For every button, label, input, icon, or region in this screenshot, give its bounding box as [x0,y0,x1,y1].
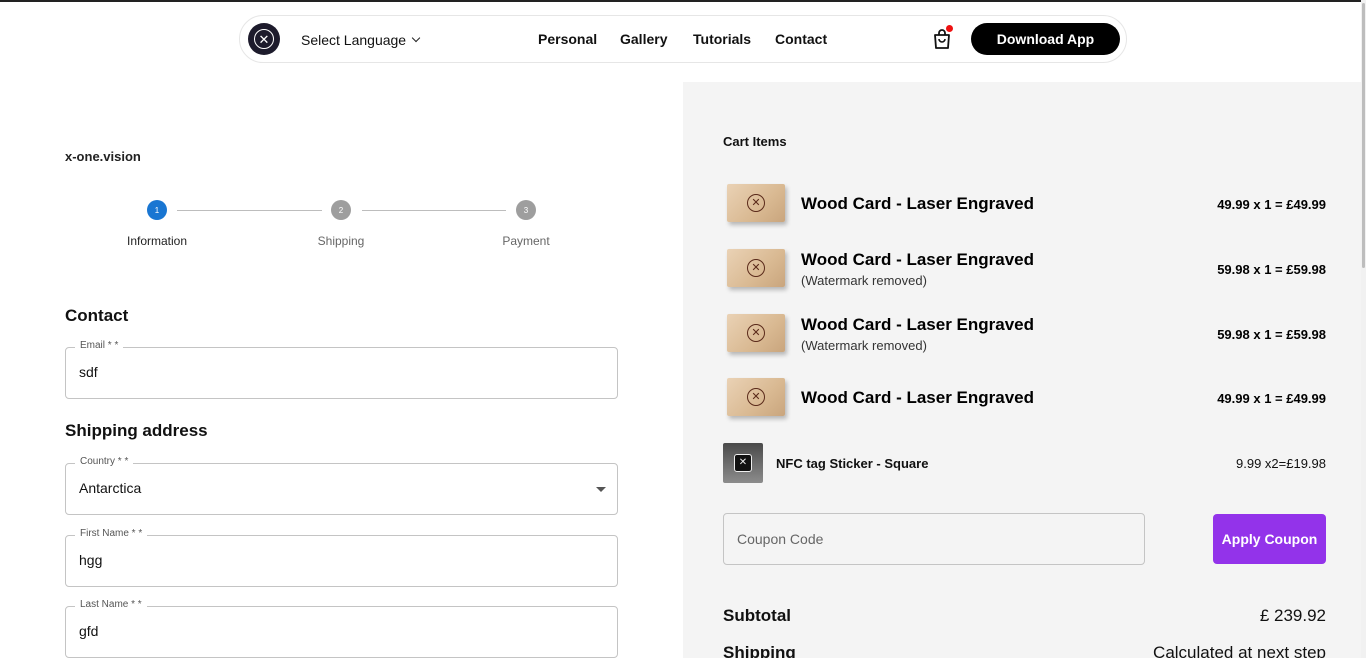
x-logo-icon: ✕ [747,324,765,342]
wood-card-thumbnail: ✕ [727,314,785,352]
dropdown-arrow-icon [596,487,606,492]
country-select[interactable]: Country * * Antarctica [65,456,618,515]
download-app-button[interactable]: Download App [971,23,1120,55]
wood-card-thumbnail: ✕ [727,184,785,222]
step-1-circle[interactable]: 1 [147,200,167,220]
step-1-label: Information [126,234,188,248]
nav-link-contact[interactable]: Contact [775,31,827,47]
step-3-circle[interactable]: 3 [516,200,536,220]
x-logo-icon: ✕ [734,454,752,472]
cart-item-name: Wood Card - Laser Engraved [801,388,1035,407]
wood-card-thumbnail: ✕ [727,378,785,416]
cart-items-title: Cart Items [723,134,787,149]
country-label: Country * * [75,456,134,467]
chevron-down-icon [411,33,421,43]
nav-link-gallery[interactable]: Gallery [620,31,667,47]
window-top-border [0,0,1366,2]
subtotal-label: Subtotal [723,606,791,625]
first-name-field[interactable]: First Name * * hgg [65,528,618,587]
cart-item-name: NFC tag Sticker - Square [776,456,929,471]
language-selector[interactable]: Select Language [301,32,421,48]
last-name-label: Last Name * * [75,599,147,610]
cart-item-name: Wood Card - Laser Engraved [801,194,1035,213]
coupon-field[interactable] [723,513,1145,565]
x-logo-icon: ✕ [254,29,274,49]
page-scrollbar-thumb[interactable] [1362,3,1365,268]
cart-item-price: 59.98 x 1 = £59.98 [1217,327,1326,342]
step-connector [362,210,506,211]
email-value: sdf [79,364,98,380]
top-navbar: ✕ Select Language Personal Gallery Tutor… [239,15,1127,63]
step-2-circle[interactable]: 2 [331,200,351,220]
x-logo-icon: ✕ [747,194,765,212]
cart-item-price: 59.98 x 1 = £59.98 [1217,262,1326,277]
first-name-label: First Name * * [75,528,148,539]
cart-item-name: Wood Card - Laser Engraved [801,250,1035,269]
apply-coupon-button[interactable]: Apply Coupon [1213,514,1326,564]
nav-link-tutorials[interactable]: Tutorials [693,31,751,47]
brand-logo[interactable]: ✕ [248,23,280,55]
order-summary-panel: Cart Items ✕ Wood Card - Laser Engraved … [683,82,1366,658]
x-logo-icon: ✕ [747,388,765,406]
shipping-address-heading: Shipping address [65,421,208,440]
first-name-value: hgg [79,552,103,568]
cart-item-price: 9.99 x2=£19.98 [1236,456,1326,471]
cart-notification-badge [946,25,953,32]
cart-item-name: Wood Card - Laser Engraved [801,315,1035,334]
cart-item-note: (Watermark removed) [801,273,927,288]
wood-card-thumbnail: ✕ [727,249,785,287]
contact-heading: Contact [65,306,129,325]
language-label: Select Language [301,32,407,48]
checkout-stepper: 1 2 3 Information Shipping Payment [65,198,618,258]
step-2-label: Shipping [317,234,365,248]
x-logo-icon: ✕ [747,259,765,277]
email-label: Email * * [75,340,124,351]
nav-link-personal[interactable]: Personal [538,31,597,47]
subtotal-value: £ 239.92 [1259,606,1326,625]
country-value: Antarctica [79,480,142,496]
cart-item-price: 49.99 x 1 = £49.99 [1217,197,1326,212]
store-brand-name: x-one.vision [65,149,141,164]
step-connector [177,210,322,211]
cart-item-note: (Watermark removed) [801,338,927,353]
coupon-input[interactable] [724,514,1144,564]
shipping-value: Calculated at next step [1153,643,1326,658]
cart-item-price: 49.99 x 1 = £49.99 [1217,391,1326,406]
last-name-value: gfd [79,623,99,639]
shipping-label: Shipping [723,643,796,658]
last-name-field[interactable]: Last Name * * gfd [65,599,618,658]
step-3-label: Payment [502,234,550,248]
email-field[interactable]: Email * * sdf [65,340,618,399]
nfc-sticker-thumbnail: ✕ [723,443,763,483]
